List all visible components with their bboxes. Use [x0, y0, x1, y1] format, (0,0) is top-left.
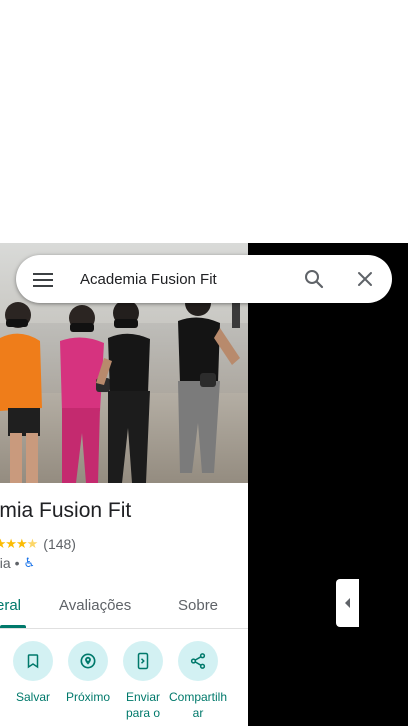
share-label: Compartilhar: [168, 690, 228, 720]
nearby-label: Próximo: [65, 690, 110, 704]
save-label: Salvar: [15, 690, 50, 704]
category-row: nia • ♿: [0, 555, 35, 571]
share-icon: [190, 653, 206, 669]
search-input[interactable]: [80, 267, 290, 291]
rating-count: (148): [43, 536, 76, 552]
place-tabs: eral Avaliações Sobre: [0, 587, 248, 629]
collapse-panel-button[interactable]: [336, 579, 359, 627]
tab-about[interactable]: Sobre: [178, 597, 218, 614]
nearby-button[interactable]: Próximo: [60, 641, 116, 705]
tab-reviews[interactable]: Avaliações: [59, 597, 131, 614]
place-name: demia Fusion Fit: [0, 499, 132, 522]
send-to-phone-button[interactable]: Enviar para o: [115, 641, 171, 721]
send-to-phone-icon: [137, 652, 149, 670]
send-to-phone-label: Enviar para o: [125, 690, 161, 720]
save-button[interactable]: Salvar: [5, 641, 61, 705]
tab-active-indicator: [0, 625, 26, 628]
rating-stars: ★★★★★: [0, 536, 38, 551]
nearby-icon: [80, 653, 96, 669]
bookmark-icon: [27, 654, 39, 669]
rating-row[interactable]: ★★★★★ (148): [0, 536, 76, 552]
share-button[interactable]: Compartilhar: [168, 641, 228, 721]
place-panel: demia Fusion Fit ★★★★★ (148) nia • ♿ era…: [0, 243, 248, 726]
action-buttons: Salvar Próximo Enviar para o Compartilha…: [0, 641, 248, 726]
wheelchair-accessible-icon: ♿: [23, 555, 36, 570]
category-label: nia •: [0, 555, 20, 571]
close-icon[interactable]: [353, 267, 377, 291]
search-bar: [16, 255, 392, 303]
chevron-left-icon: [344, 598, 350, 608]
search-icon[interactable]: [302, 267, 326, 291]
tab-overview[interactable]: eral: [0, 597, 21, 614]
map-area[interactable]: [248, 243, 408, 726]
menu-icon[interactable]: [32, 269, 54, 289]
